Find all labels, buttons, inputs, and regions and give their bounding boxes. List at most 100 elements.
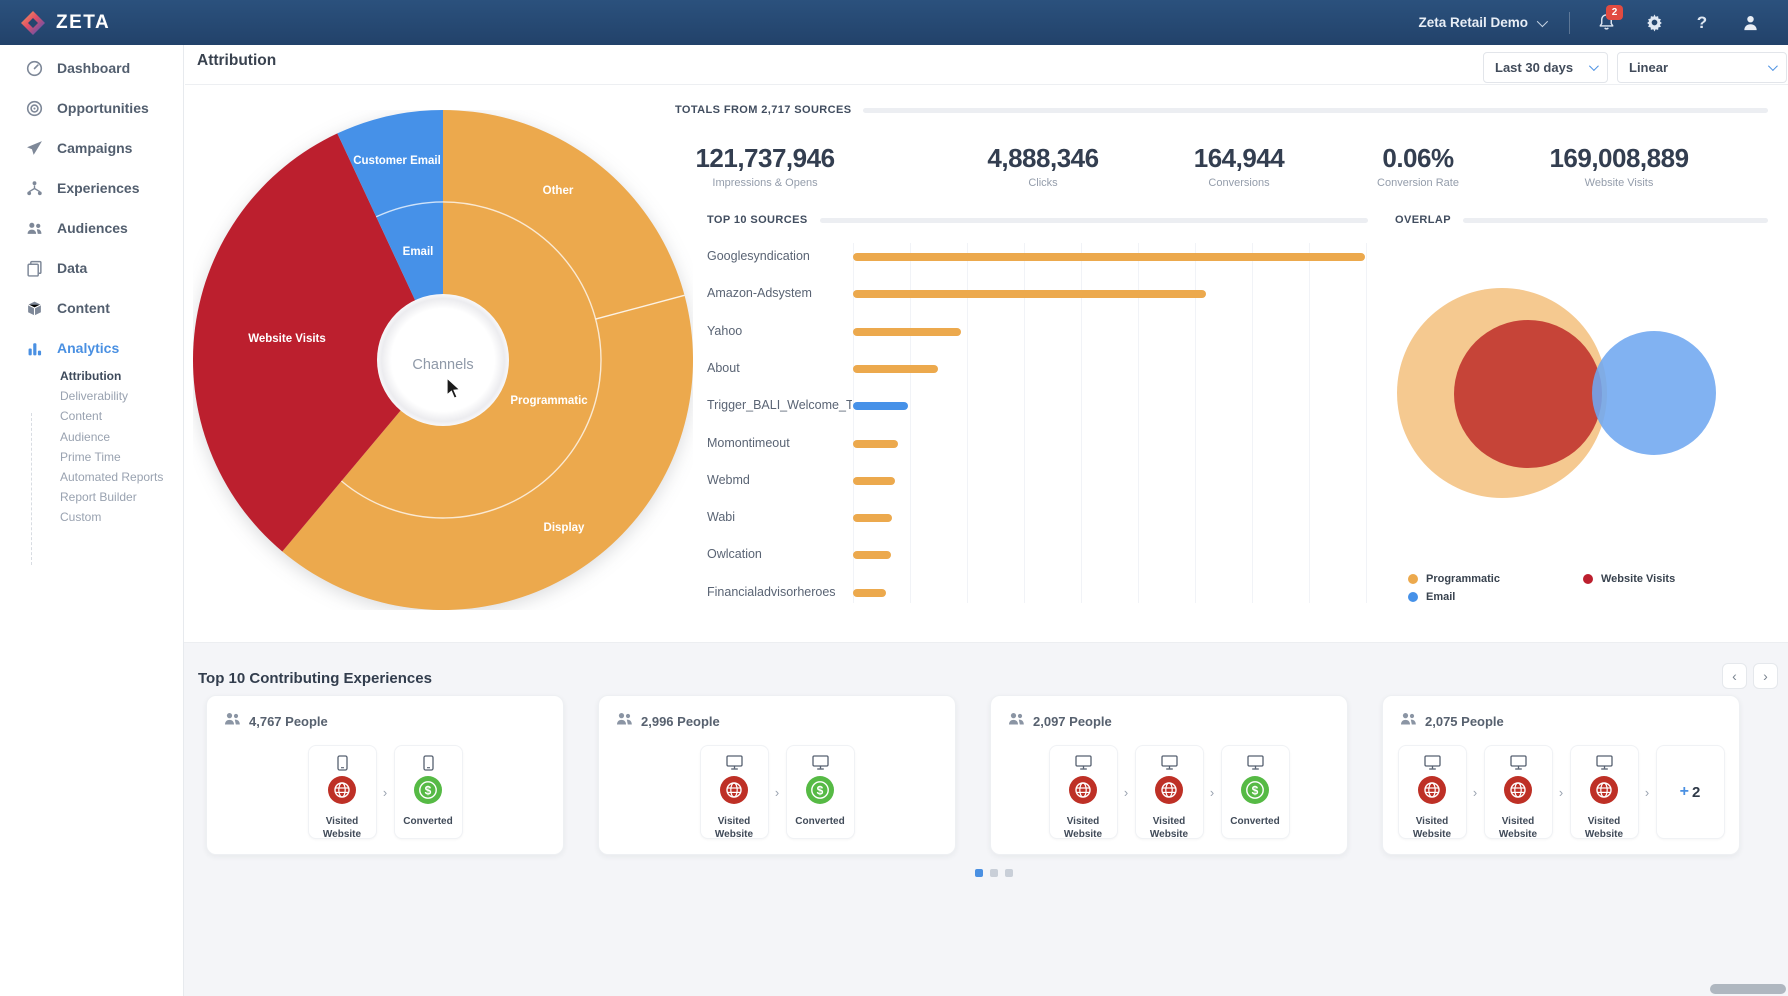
source-label: Webmd [707,473,852,487]
stat-value: 0.06% [1377,143,1459,174]
monitor-icon [1161,755,1178,770]
monitor-icon [1424,755,1441,770]
step-tile-visited[interactable]: Visited Website [1135,745,1204,839]
legend-dot-icon [1583,574,1593,584]
source-bar-owlcation[interactable] [853,551,891,559]
horizontal-scrollbar-thumb[interactable] [1710,984,1786,994]
carousel-dot-0[interactable] [975,869,983,877]
sidebar-item-label: Content [57,300,110,316]
people-icon [224,712,241,731]
step-tile-visited[interactable]: Visited Website [1484,745,1553,839]
step-tile-visited[interactable]: Visited Website [1049,745,1118,839]
stat-value: 164,944 [1194,143,1284,174]
step-tile-converted[interactable]: $Converted [1221,745,1290,839]
sidebar-subitem-report-builder[interactable]: Report Builder [0,487,184,507]
source-bar-googlesyndication[interactable] [853,253,1365,261]
channels-sunburst-chart: Customer Email Email Other Programmatic … [193,110,693,610]
source-bar-wabi[interactable] [853,514,892,522]
stat-label: Conversion Rate [1377,177,1459,189]
sidebar-item-audiences[interactable]: Audiences [0,208,184,248]
settings-button[interactable] [1642,11,1666,35]
stat-conversion-rate: 0.06% Conversion Rate [1377,143,1459,189]
dollar-icon: $ [413,775,443,810]
chevron-down-icon [1589,61,1599,71]
sidebar-item-content[interactable]: Content [0,288,184,328]
sidebar-item-label: Audiences [57,220,128,236]
sidebar-subitem-custom[interactable]: Custom [0,507,184,527]
experience-card[interactable]: 2,097 PeopleVisited Website›Visited Webs… [990,695,1348,855]
carousel-dot-2[interactable] [1005,869,1013,877]
legend-item-email: Email [1408,591,1455,603]
experience-steps: Visited Website›$Converted [599,745,955,839]
top-sources-section-heading: TOP 10 SOURCES [707,214,1368,226]
experiences-title: Top 10 Contributing Experiences [198,670,432,687]
source-bar-financialadvisorheroes[interactable] [853,589,886,597]
label-email: Email [403,246,434,258]
step-tile-visited[interactable]: Visited Website [1570,745,1639,839]
attribution-model-select[interactable]: Linear [1617,52,1787,83]
step-tile-visited[interactable]: Visited Website [700,745,769,839]
help-button[interactable]: ? [1690,11,1714,35]
carousel-dot-1[interactable] [990,869,998,877]
legend-dot-icon [1408,592,1418,602]
sidebar-item-experiences[interactable]: Experiences [0,168,184,208]
experience-card[interactable]: 2,996 PeopleVisited Website›$Converted [598,695,956,855]
source-label: Amazon-Adsystem [707,286,852,300]
source-bar-yahoo[interactable] [853,328,961,336]
experience-card[interactable]: 4,767 PeopleVisited Website›$Converted [206,695,564,855]
sidebar-subitem-prime-time[interactable]: Prime Time [0,447,184,467]
sidebar-subitem-audience[interactable]: Audience [0,427,184,447]
sidebar-subitem-automated-reports[interactable]: Automated Reports [0,467,184,487]
carousel-next-button[interactable]: › [1753,663,1778,689]
attribution-dashboard: ZETA Zeta Retail Demo 2 ? [0,0,1788,996]
notifications-button[interactable]: 2 [1594,11,1618,35]
analytics-icon [26,340,43,357]
sidebar-item-label: Data [57,260,87,276]
source-bar-trigger-bali-welcome-t-[interactable] [853,402,908,410]
source-bar-about[interactable] [853,365,938,373]
account-name: Zeta Retail Demo [1418,15,1528,30]
source-bar-amazon-adsystem[interactable] [853,290,1206,298]
source-label: Wabi [707,510,852,524]
venn-website-visits-circle[interactable] [1454,320,1602,468]
sidebar-item-opportunities[interactable]: Opportunities [0,88,184,128]
sidebar-item-campaigns[interactable]: Campaigns [0,128,184,168]
stat-label: Clicks [987,177,1098,189]
user-menu-button[interactable] [1738,11,1762,35]
step-tile-converted[interactable]: $Converted [786,745,855,839]
sidebar-item-dashboard[interactable]: Dashboard [0,48,184,88]
people-count: 2,097 People [1033,714,1112,729]
zeta-diamond-icon [20,10,46,36]
experience-card[interactable]: 2,075 PeopleVisited Website›Visited Webs… [1382,695,1740,855]
sidebar: DashboardOpportunitiesCampaigns Experienc… [0,45,184,996]
source-bar-momontimeout[interactable] [853,440,898,448]
venn-email-circle[interactable] [1592,331,1716,455]
zeta-logo[interactable]: ZETA [20,10,110,36]
source-label: Trigger_BALI_Welcome_T... [707,398,852,412]
step-tile-visited[interactable]: Visited Website [308,745,377,839]
source-bar-webmd[interactable] [853,477,895,485]
sidebar-item-label: Experiences [57,180,140,196]
date-range-select[interactable]: Last 30 days [1483,52,1608,83]
carousel-prev-button[interactable]: ‹ [1722,663,1747,689]
people-icon [616,712,633,731]
sidebar-item-data[interactable]: Data [0,248,184,288]
sidebar-subitem-deliverability[interactable]: Deliverability [0,386,184,406]
people-count: 2,075 People [1425,714,1504,729]
legend-label: Website Visits [1601,573,1675,585]
account-selector[interactable]: Zeta Retail Demo [1418,15,1545,30]
step-chevron-icon: › [1639,745,1656,839]
sidebar-item-analytics[interactable]: Analytics [0,328,184,368]
totals-heading-text: TOTALS FROM 2,717 SOURCES [675,104,851,116]
brand-name: ZETA [56,12,110,34]
dollar-icon: $ [1240,775,1270,810]
experience-steps: Visited Website›Visited Website›Visited … [1383,745,1739,839]
globe-icon [1589,775,1619,810]
source-label: Owlcation [707,547,852,561]
step-tile-visited[interactable]: Visited Website [1398,745,1467,839]
label-programmatic: Programmatic [510,395,588,407]
sidebar-subitem-content[interactable]: Content [0,406,184,426]
step-tile-converted[interactable]: $Converted [394,745,463,839]
more-steps-tile[interactable]: +2 [1656,745,1725,839]
sidebar-subitem-attribution[interactable]: Attribution [0,366,184,386]
